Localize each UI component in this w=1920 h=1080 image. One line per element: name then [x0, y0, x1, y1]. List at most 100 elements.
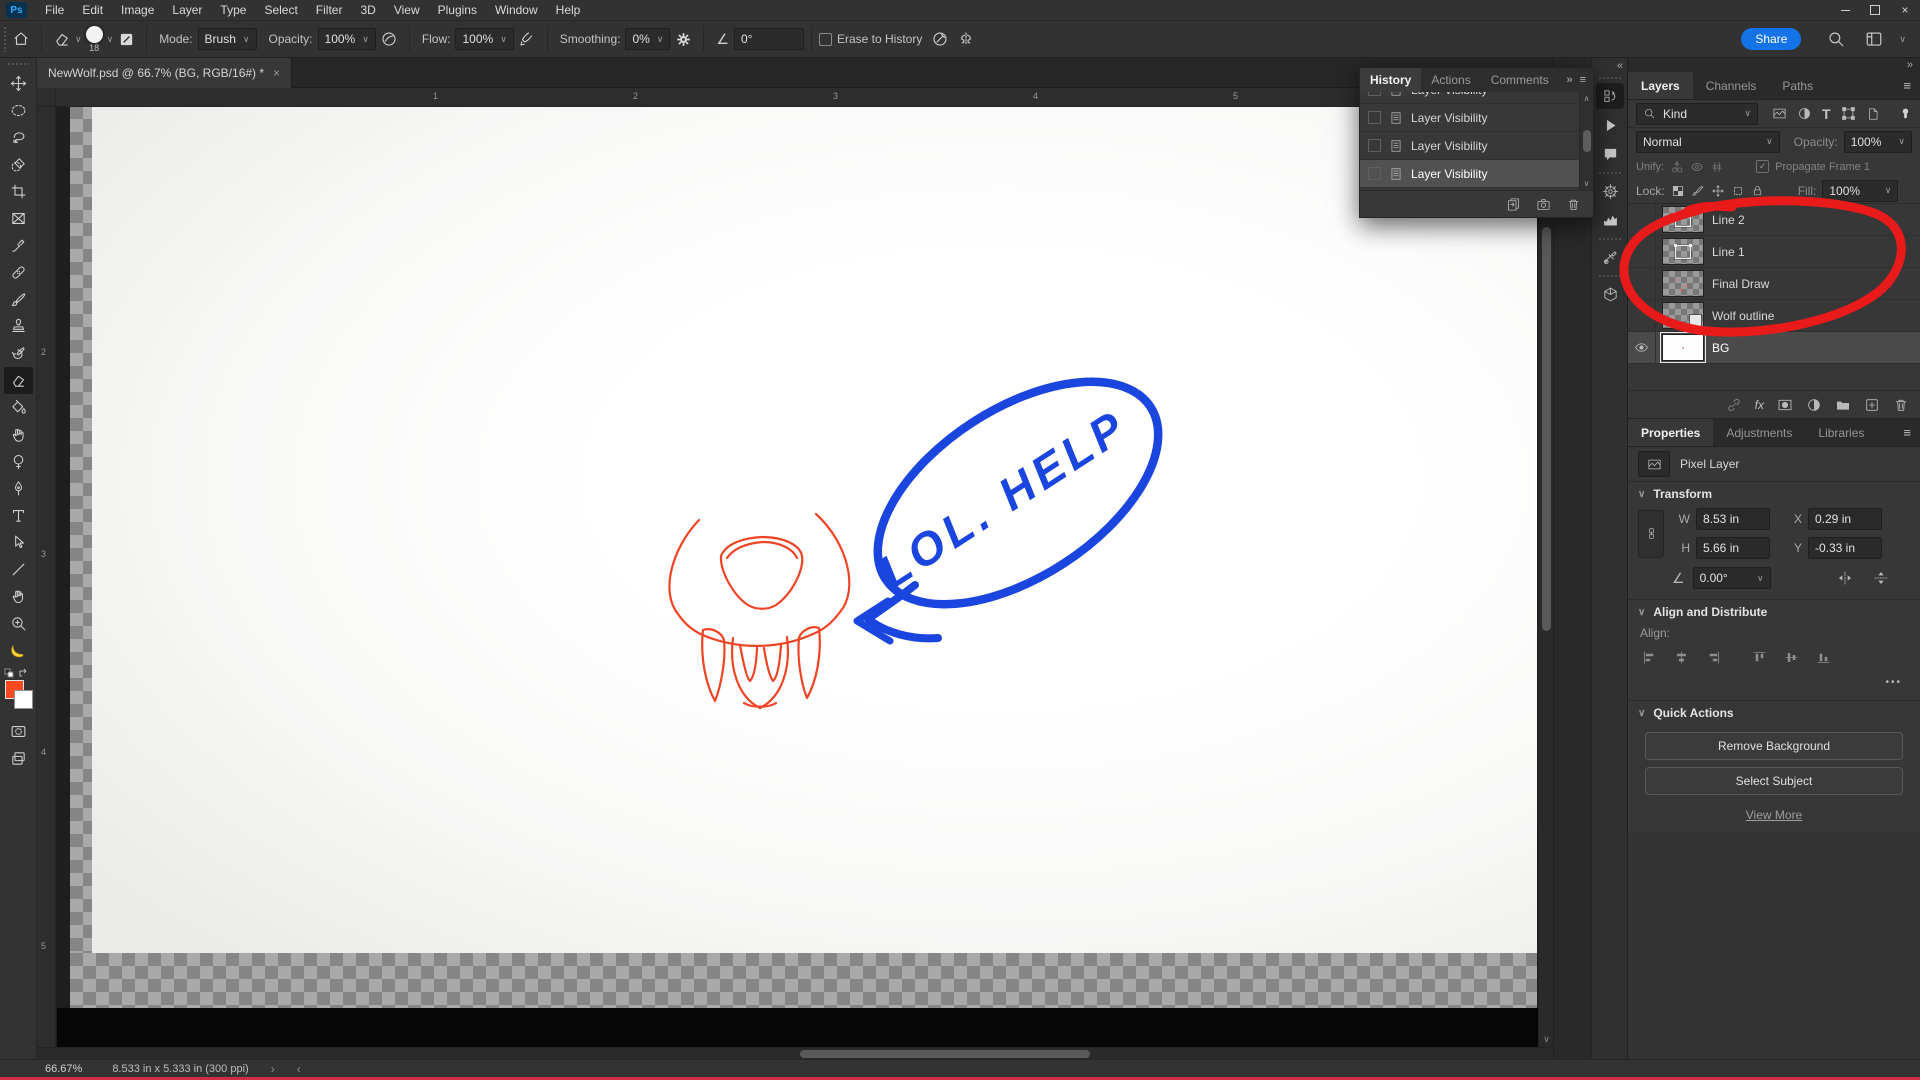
rotation-input[interactable]: 0.00° ∨: [1693, 567, 1771, 589]
tool-banana[interactable]: [4, 637, 33, 664]
history-entry[interactable]: Layer Visibility: [1360, 104, 1593, 132]
visibility-toggle[interactable]: [1628, 236, 1656, 267]
menu-layer[interactable]: Layer: [163, 0, 211, 20]
opacity-select[interactable]: 100% ∨: [318, 28, 376, 50]
menu-view[interactable]: View: [385, 0, 429, 20]
minimize-button[interactable]: [1830, 0, 1860, 20]
history-entry[interactable]: Layer Visibility: [1360, 92, 1593, 104]
layer-name[interactable]: Final Draw: [1712, 277, 1769, 291]
menu-window[interactable]: Window: [486, 0, 547, 20]
menu-help[interactable]: Help: [547, 0, 590, 20]
expand-panels-icon[interactable]: »: [1907, 59, 1912, 71]
history-entry[interactable]: Layer Visibility: [1360, 132, 1593, 160]
eraser-tool-preset-icon[interactable]: [49, 26, 75, 52]
lock-artboard-icon[interactable]: [1731, 184, 1745, 198]
layer-filter-kind-select[interactable]: Kind ∨: [1636, 103, 1758, 125]
tool-pen[interactable]: [4, 475, 33, 502]
paint-symmetry-icon[interactable]: [953, 26, 979, 52]
history-scrollbar-thumb[interactable]: [1583, 130, 1591, 152]
panel-menu-icon[interactable]: ≡: [1903, 72, 1920, 99]
new-layer-icon[interactable]: [1864, 397, 1880, 413]
select-subject-button[interactable]: Select Subject: [1645, 767, 1903, 795]
tool-zoom[interactable]: [4, 610, 33, 637]
tool-move[interactable]: [4, 70, 33, 97]
layer-name[interactable]: Wolf outline: [1712, 309, 1774, 323]
filter-pixel-layers-icon[interactable]: [1772, 106, 1787, 121]
home-icon[interactable]: [8, 26, 34, 52]
tab-comments[interactable]: Comments: [1481, 68, 1559, 92]
visibility-toggle[interactable]: [1628, 332, 1656, 363]
new-snapshot-camera-icon[interactable]: [1536, 197, 1551, 212]
document-tab[interactable]: NewWolf.psd @ 66.7% (BG, RGB/16#) * ×: [37, 58, 292, 88]
blend-mode-select[interactable]: Normal ∨: [1636, 131, 1780, 153]
actions-panel-icon[interactable]: [1596, 112, 1624, 138]
layer-row-final-draw[interactable]: Final Draw: [1628, 268, 1920, 300]
tool-eraser[interactable]: [4, 367, 33, 394]
align-right-icon[interactable]: [1706, 650, 1721, 665]
menu-file[interactable]: File: [36, 0, 73, 20]
history-panel-icon[interactable]: [1596, 83, 1624, 109]
ruler-left[interactable]: 2 3 4 5: [37, 106, 56, 1059]
workspace-switcher-icon[interactable]: [1861, 26, 1887, 52]
pressure-size-icon[interactable]: [927, 26, 953, 52]
view-more-link[interactable]: View More: [1628, 795, 1920, 832]
menu-image[interactable]: Image: [112, 0, 163, 20]
lock-position-icon[interactable]: [1711, 184, 1725, 198]
remove-background-button[interactable]: Remove Background: [1645, 732, 1903, 760]
pressure-opacity-icon[interactable]: [376, 26, 402, 52]
share-button[interactable]: Share: [1741, 28, 1801, 50]
tab-history[interactable]: History: [1360, 68, 1421, 92]
link-layers-icon[interactable]: [1726, 397, 1742, 413]
propagate-checkbox[interactable]: ✓: [1756, 160, 1769, 173]
angle-input[interactable]: 0°: [734, 28, 804, 50]
panel-group-handle[interactable]: [1598, 237, 1622, 241]
filter-toggle-icon[interactable]: [1899, 107, 1912, 120]
align-section-header[interactable]: ∨ Align and Distribute: [1628, 600, 1920, 624]
delete-state-icon[interactable]: [1566, 197, 1581, 212]
close-button[interactable]: ×: [1890, 0, 1920, 20]
zoom-level-field[interactable]: 66.67%: [45, 1063, 82, 1075]
menu-filter[interactable]: Filter: [307, 0, 352, 20]
add-layer-mask-icon[interactable]: [1777, 397, 1793, 413]
collapse-panel-icon[interactable]: »: [1566, 74, 1572, 86]
smoothing-select[interactable]: 0% ∨: [625, 28, 670, 50]
horizontal-scrollbar-thumb[interactable]: [800, 1050, 1090, 1058]
tab-adjustments[interactable]: Adjustments: [1713, 419, 1805, 446]
width-input[interactable]: 8.53 in: [1696, 508, 1770, 530]
history-entry-selected[interactable]: Layer Visibility: [1360, 160, 1593, 188]
layer-thumbnail[interactable]: [1662, 302, 1704, 329]
filter-adjustment-layers-icon[interactable]: [1797, 106, 1812, 121]
vertical-scrollbar-thumb[interactable]: [1542, 227, 1551, 631]
tab-properties[interactable]: Properties: [1628, 419, 1713, 446]
filter-smart-objects-icon[interactable]: [1866, 107, 1880, 121]
tool-smudge[interactable]: [4, 421, 33, 448]
new-document-from-state-icon[interactable]: [1506, 197, 1521, 212]
flip-horizontal-icon[interactable]: [1837, 570, 1853, 586]
collapse-panels-icon[interactable]: «: [1592, 58, 1628, 72]
layer-thumbnail[interactable]: [1662, 238, 1704, 265]
align-center-horizontal-icon[interactable]: [1674, 650, 1689, 665]
layer-thumbnail[interactable]: [1662, 206, 1704, 233]
erase-to-history-checkbox[interactable]: [819, 33, 832, 46]
panel-group-handle[interactable]: [1598, 171, 1622, 175]
tool-paint-bucket[interactable]: [4, 394, 33, 421]
tool-rotate-view-hand[interactable]: [4, 583, 33, 610]
vertical-scrollbar[interactable]: ∨: [1538, 88, 1553, 1047]
tool-type[interactable]: [4, 502, 33, 529]
align-more-icon[interactable]: •••: [1628, 667, 1920, 701]
flow-select[interactable]: 100% ∨: [455, 28, 513, 50]
comments-panel-icon[interactable]: [1596, 141, 1624, 167]
status-prev-icon[interactable]: ‹: [297, 1062, 301, 1076]
y-input[interactable]: -0.33 in: [1808, 537, 1882, 559]
delete-layer-icon[interactable]: [1893, 397, 1909, 413]
tab-actions[interactable]: Actions: [1421, 68, 1480, 92]
tool-history-brush[interactable]: [4, 340, 33, 367]
search-icon[interactable]: [1823, 26, 1849, 52]
layer-effects-icon[interactable]: fx: [1755, 398, 1764, 412]
airbrush-icon[interactable]: [514, 26, 540, 52]
tool-frame[interactable]: [4, 205, 33, 232]
brush-size-preview[interactable]: 18: [86, 26, 103, 53]
layer-thumbnail[interactable]: [1662, 270, 1704, 297]
quick-actions-header[interactable]: ∨ Quick Actions: [1628, 701, 1920, 725]
align-center-vertical-icon[interactable]: [1784, 650, 1799, 665]
